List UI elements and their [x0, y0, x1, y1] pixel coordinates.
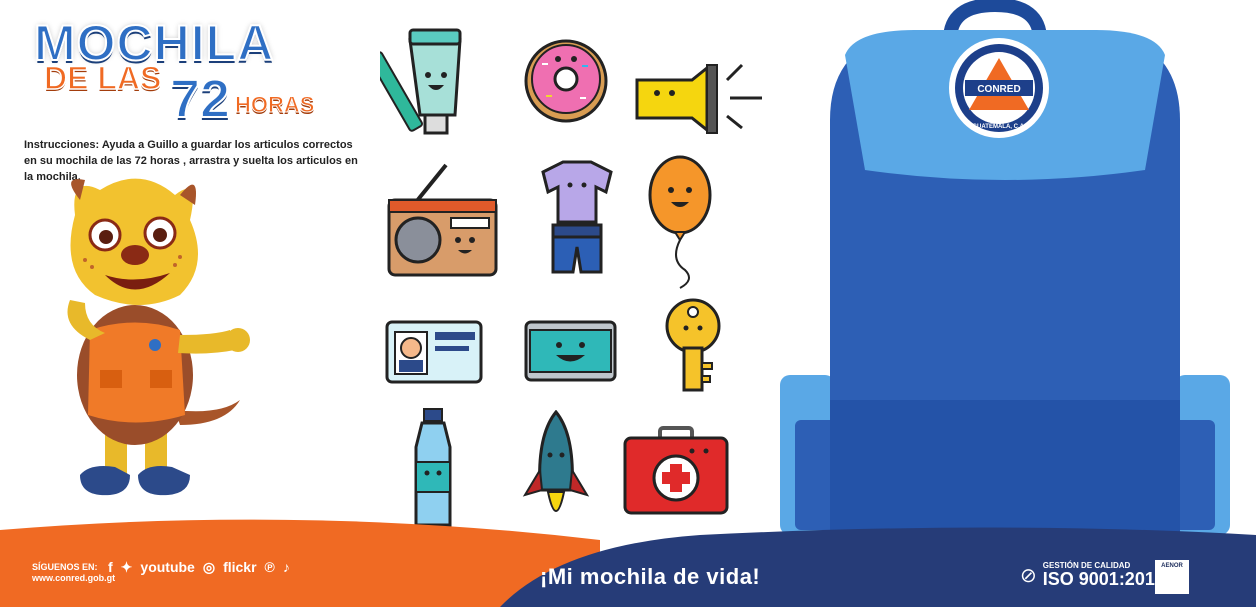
first-aid-kit-icon[interactable]: [622, 426, 730, 516]
follow-us-label: SÍGUENOS EN:: [32, 562, 98, 572]
toothpaste-icon[interactable]: [380, 25, 470, 137]
instagram-icon[interactable]: ◎: [203, 560, 215, 574]
iso-certification: ⊘ GESTIÓN DE CALIDAD ISO 9001:2015: [1020, 562, 1165, 589]
title-line-4: HORAS: [234, 92, 315, 117]
game-title-logo: MOCHILA DE LAS 72 HORAS: [30, 17, 320, 129]
iso-number: ISO 9001:2015: [1042, 569, 1165, 589]
canned-food-icon[interactable]: [524, 320, 617, 382]
balloon-icon[interactable]: [645, 150, 715, 290]
facebook-icon[interactable]: f: [108, 560, 113, 574]
aenor-logo: AENOR: [1155, 560, 1189, 594]
website-link[interactable]: www.conred.gob.gt: [32, 573, 115, 584]
key-icon[interactable]: [662, 298, 724, 393]
guillo-mascot: [67, 178, 250, 496]
twitter-icon[interactable]: ✦: [121, 560, 133, 574]
pinterest-icon[interactable]: ℗: [265, 560, 275, 574]
donut-icon[interactable]: [522, 35, 610, 127]
id-card-icon[interactable]: [385, 320, 483, 384]
youtube-icon[interactable]: youtube: [140, 560, 194, 574]
flashlight-icon[interactable]: [632, 60, 764, 135]
radio-icon[interactable]: [386, 160, 499, 280]
title-line-3: 72: [169, 69, 231, 129]
social-links: f ✦ youtube ◎ flickr ℗ ♪: [108, 560, 290, 574]
title-line-2: DE LAS: [43, 60, 162, 96]
follow-us-block: SÍGUENOS EN: www.conred.gob.gt: [32, 562, 115, 585]
iso-logo-icon: ⊘: [1020, 564, 1037, 587]
water-bottle-icon[interactable]: [412, 407, 454, 529]
conred-badge-text: CONRED: [977, 84, 1020, 95]
slogan-text: ¡Mi mochila de vida!: [540, 564, 761, 589]
flickr-icon[interactable]: flickr: [223, 560, 256, 574]
tiktok-icon[interactable]: ♪: [283, 560, 290, 574]
clothes-icon[interactable]: [538, 157, 616, 275]
conred-badge-location: GUATEMALA, C.A.: [972, 124, 1026, 130]
backpack-drop-zone[interactable]: CONRED GUATEMALA, C.A.: [775, 0, 1235, 560]
